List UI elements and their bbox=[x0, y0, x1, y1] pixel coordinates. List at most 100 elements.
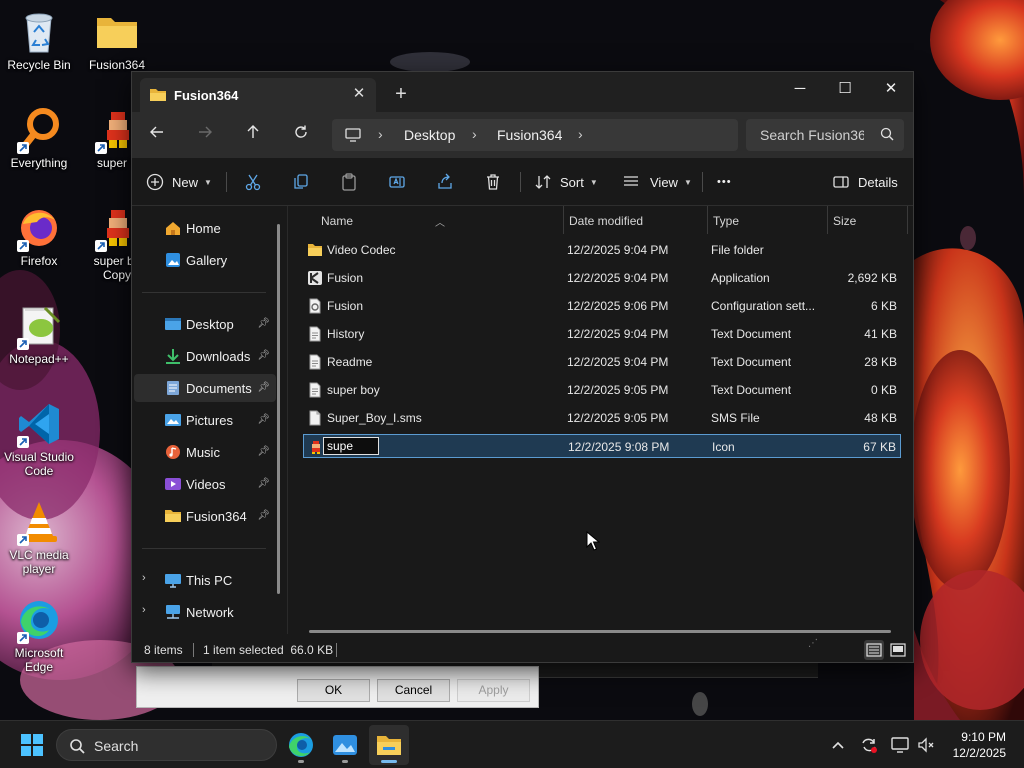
file-row-history[interactable]: History 12/2/2025 9:04 PM Text Document … bbox=[303, 322, 901, 346]
dialog-ok-button[interactable]: OK bbox=[297, 679, 370, 702]
horizontal-scrollbar[interactable] bbox=[309, 630, 891, 633]
details-pane-button[interactable]: Details bbox=[832, 168, 898, 196]
file-row-fusion-config[interactable]: Fusion 12/2/2025 9:06 PM Configuration s… bbox=[303, 294, 901, 318]
chevron-right-icon[interactable]: › bbox=[142, 604, 146, 616]
desktop-icon-notepad-plus-plus[interactable]: Notepad++ bbox=[1, 302, 77, 366]
sidebar-item-music[interactable]: Music 📌︎ bbox=[134, 438, 276, 466]
sidebar-item-home[interactable]: Home bbox=[134, 214, 276, 242]
firefox-icon bbox=[15, 204, 63, 252]
paste-button[interactable] bbox=[340, 168, 358, 196]
desktop-icon-everything[interactable]: Everything bbox=[1, 106, 77, 170]
pin-icon[interactable]: 📌︎ bbox=[257, 510, 270, 521]
cut-button[interactable] bbox=[244, 168, 262, 196]
tiles-view-toggle[interactable] bbox=[888, 640, 908, 660]
resize-grip-icon[interactable]: ⋰ bbox=[808, 638, 818, 649]
file-type: Icon bbox=[712, 440, 735, 454]
delete-button[interactable] bbox=[484, 168, 502, 196]
new-button[interactable]: New ▼ bbox=[146, 168, 212, 196]
column-type-label: Type bbox=[713, 214, 740, 228]
start-button[interactable] bbox=[12, 725, 52, 765]
column-header-name[interactable]: Name ︿ bbox=[289, 206, 563, 236]
pin-icon[interactable]: 📌︎ bbox=[257, 318, 270, 329]
chevron-right-icon[interactable]: › bbox=[578, 126, 583, 142]
close-window-button[interactable]: ✕ bbox=[868, 74, 913, 104]
rename-file-input[interactable] bbox=[323, 437, 379, 455]
file-row-super-boy[interactable]: super boy 12/2/2025 9:05 PM Text Documen… bbox=[303, 378, 901, 402]
network-status-button[interactable] bbox=[890, 735, 910, 755]
share-button[interactable] bbox=[436, 168, 454, 196]
view-button[interactable]: View ▼ bbox=[622, 168, 692, 196]
sort-label: Sort bbox=[560, 174, 584, 190]
sidebar-scrollbar[interactable] bbox=[277, 224, 280, 594]
taskbar-photos-button[interactable] bbox=[325, 725, 365, 765]
column-divider[interactable] bbox=[907, 206, 908, 234]
sidebar-item-documents[interactable]: Documents 📌︎ bbox=[134, 374, 276, 402]
tab-fusion364[interactable]: Fusion364 ✕ bbox=[140, 78, 376, 112]
windows-logo-icon bbox=[21, 734, 43, 756]
sort-button[interactable]: Sort ▼ bbox=[534, 168, 598, 196]
copy-button[interactable] bbox=[292, 168, 310, 196]
file-row-readme[interactable]: Readme 12/2/2025 9:04 PM Text Document 2… bbox=[303, 350, 901, 374]
pin-icon[interactable]: 📌︎ bbox=[257, 446, 270, 457]
maximize-button[interactable]: ☐ bbox=[822, 74, 868, 104]
pictures-icon bbox=[164, 412, 182, 428]
taskbar-file-explorer-button[interactable] bbox=[369, 725, 409, 765]
desktop-icon-fusion364[interactable]: Fusion364 bbox=[79, 8, 155, 72]
shortcut-arrow-icon bbox=[95, 142, 107, 154]
column-header-size[interactable]: Size bbox=[827, 206, 907, 236]
sidebar-item-pictures[interactable]: Pictures 📌︎ bbox=[134, 406, 276, 434]
pin-icon[interactable]: 📌︎ bbox=[257, 478, 270, 489]
more-options-button[interactable]: ••• bbox=[717, 168, 732, 196]
chevron-up-icon bbox=[832, 741, 844, 749]
desktop-icon-firefox[interactable]: Firefox bbox=[1, 204, 77, 268]
sidebar-item-desktop[interactable]: Desktop 📌︎ bbox=[134, 310, 276, 338]
chevron-right-icon[interactable]: › bbox=[142, 572, 146, 584]
show-hidden-icons-button[interactable] bbox=[828, 735, 848, 755]
column-header-date[interactable]: Date modified bbox=[563, 206, 707, 236]
system-clock[interactable]: 9:10 PM 12/2/2025 bbox=[953, 729, 1006, 761]
desktop-icon-label-line2: player bbox=[22, 562, 56, 576]
sidebar-item-fusion364[interactable]: Fusion364 📌︎ bbox=[134, 502, 276, 530]
file-row-video-codec[interactable]: Video Codec 12/2/2025 9:04 PM File folde… bbox=[303, 238, 901, 262]
volume-button[interactable] bbox=[916, 735, 936, 755]
toolbar-divider bbox=[520, 172, 521, 192]
new-tab-button[interactable]: + bbox=[390, 84, 412, 106]
sync-status-button[interactable] bbox=[859, 735, 879, 755]
file-row-super-boy-sms[interactable]: Super_Boy_I.sms 12/2/2025 9:05 PM SMS Fi… bbox=[303, 406, 901, 430]
refresh-button[interactable] bbox=[287, 122, 315, 148]
minimize-button[interactable]: ─ bbox=[777, 74, 823, 104]
breadcrumb-desktop[interactable]: Desktop bbox=[404, 127, 455, 143]
status-divider bbox=[193, 643, 194, 657]
rename-button[interactable] bbox=[388, 168, 406, 196]
address-breadcrumb-bar[interactable]: › Desktop › Fusion364 › bbox=[332, 119, 738, 151]
pin-icon[interactable]: 📌︎ bbox=[257, 414, 270, 425]
up-button[interactable] bbox=[239, 122, 267, 148]
back-button[interactable] bbox=[143, 122, 171, 148]
desktop-icon-edge[interactable]: Microsoft Edge bbox=[1, 596, 77, 674]
desktop-icon-vlc[interactable]: VLC media player bbox=[1, 498, 77, 576]
sidebar-item-gallery[interactable]: Gallery bbox=[134, 246, 276, 274]
column-header-type[interactable]: Type bbox=[707, 206, 827, 236]
search-input[interactable]: Search Fusion364 bbox=[746, 119, 904, 151]
sidebar-item-videos[interactable]: Videos 📌︎ bbox=[134, 470, 276, 498]
file-list-view: Name ︿ Date modified Type Size Video Cod… bbox=[289, 206, 913, 634]
desktop-icon-vscode[interactable]: Visual Studio Code bbox=[1, 400, 77, 478]
close-tab-icon[interactable]: ✕ bbox=[350, 85, 368, 103]
details-view-toggle[interactable] bbox=[864, 640, 884, 660]
sidebar-item-downloads[interactable]: Downloads 📌︎ bbox=[134, 342, 276, 370]
sidebar-item-this-pc[interactable]: › This PC bbox=[134, 566, 276, 594]
taskbar-edge-button[interactable] bbox=[281, 725, 321, 765]
dialog-cancel-button[interactable]: Cancel bbox=[377, 679, 450, 702]
mouse-cursor-icon bbox=[586, 531, 600, 551]
network-icon bbox=[164, 604, 182, 620]
pin-icon[interactable]: 📌︎ bbox=[257, 350, 270, 361]
taskbar-search-box[interactable]: Search bbox=[56, 729, 277, 761]
shortcut-arrow-icon bbox=[17, 534, 29, 546]
file-row-fusion-app[interactable]: Fusion 12/2/2025 9:04 PM Application 2,6… bbox=[303, 266, 901, 290]
desktop-icon-recycle-bin[interactable]: Recycle Bin bbox=[1, 8, 77, 72]
file-type: Text Document bbox=[711, 355, 792, 369]
file-row-supe-renaming[interactable]: 12/2/2025 9:08 PM Icon 67 KB bbox=[303, 434, 901, 458]
breadcrumb-fusion364[interactable]: Fusion364 bbox=[497, 127, 562, 143]
pin-icon[interactable]: 📌︎ bbox=[257, 382, 270, 393]
sidebar-item-network[interactable]: › Network bbox=[134, 598, 276, 626]
